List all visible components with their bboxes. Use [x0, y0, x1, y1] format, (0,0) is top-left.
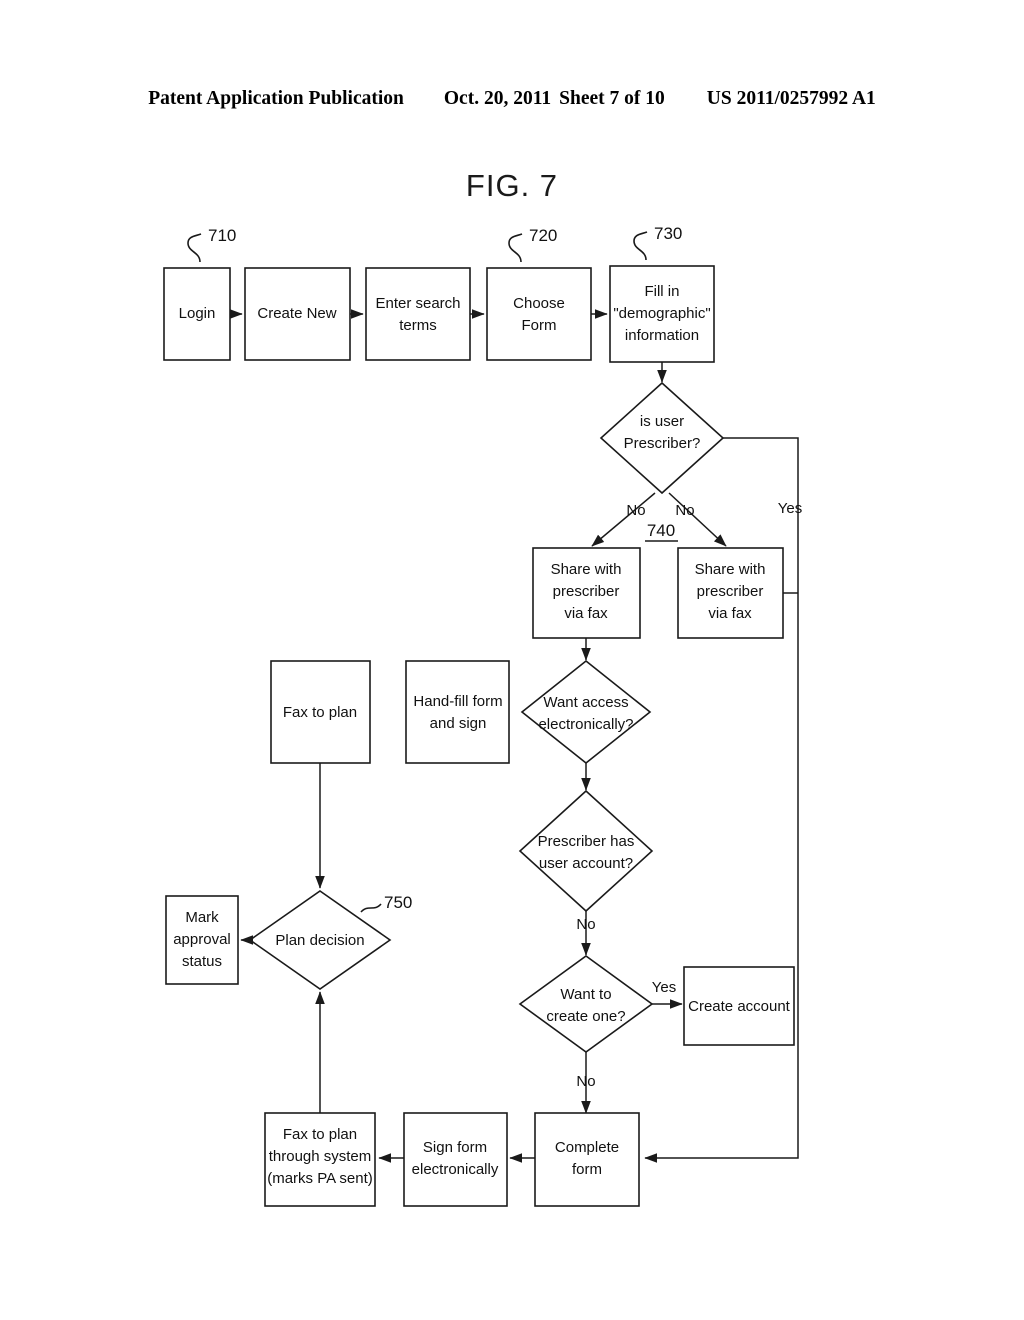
- node-login-label: Login: [179, 305, 216, 322]
- node-is-user-prescriber-line2: Prescriber?: [624, 435, 701, 452]
- node-prescriber-account-line1: Prescriber has: [538, 833, 635, 850]
- node-want-create-one-line1: Want to: [560, 986, 611, 1003]
- node-choose-form-line2: Form: [522, 317, 557, 334]
- node-share-fax-right-line2: prescriber: [697, 583, 764, 600]
- node-share-with-prescriber-via-fax-right: Share with prescriber via fax: [677, 547, 784, 639]
- node-fax-through-system-line1: Fax to plan: [283, 1126, 357, 1143]
- node-complete-form-line1: Complete: [555, 1139, 619, 1156]
- edge-prescriber-no-left: [591, 492, 656, 547]
- node-login: Login: [163, 267, 231, 361]
- node-create-new-label: Create New: [257, 305, 336, 322]
- node-mark-approval-line1: Mark: [185, 909, 219, 926]
- node-mark-approval-line3: status: [182, 953, 222, 970]
- ref-730-label: 730: [654, 224, 682, 243]
- node-enter-search-terms-line2: terms: [399, 317, 437, 334]
- ref-710-label: 710: [208, 226, 236, 245]
- node-choose-form: Choose Form: [486, 267, 592, 361]
- node-fax-through-system-line3: (marks PA sent): [267, 1170, 373, 1187]
- edge-label-prescriber-no-right: No: [675, 502, 694, 519]
- edge-prescriber-yes-rail: [644, 437, 799, 1163]
- node-fill-demographic-line3: information: [625, 327, 699, 344]
- node-prescriber-has-user-account: Prescriber has user account?: [518, 789, 654, 913]
- node-share-fax-right-line1: Share with: [695, 561, 766, 578]
- ref-750: 750: [360, 893, 412, 913]
- node-share-fax-left-line1: Share with: [551, 561, 622, 578]
- node-plan-decision-label: Plan decision: [275, 932, 364, 949]
- node-want-access-line1: Want access: [543, 694, 628, 711]
- node-fill-demographic-line2: "demographic": [613, 305, 710, 322]
- node-sign-electronically-line1: Sign form: [423, 1139, 487, 1156]
- node-enter-search-terms: Enter search terms: [365, 267, 471, 361]
- node-hand-fill-line1: Hand-fill form: [413, 693, 502, 710]
- node-mark-approval-status: Mark approval status: [165, 895, 239, 985]
- node-hand-fill-form-and-sign: Hand-fill form and sign: [405, 660, 510, 764]
- ref-710: 710: [187, 226, 236, 263]
- edge-prescriber-no-right: [668, 492, 727, 547]
- node-want-create-one-line2: create one?: [546, 1008, 625, 1025]
- node-fill-demographic-line1: Fill in: [644, 283, 679, 300]
- edge-label-create-one-no: No: [576, 1073, 595, 1090]
- node-share-fax-right-line3: via fax: [708, 605, 752, 622]
- node-fax-to-plan-through-system: Fax to plan through system (marks PA sen…: [264, 1112, 376, 1207]
- node-mark-approval-line2: approval: [173, 931, 231, 948]
- node-fax-to-plan-label: Fax to plan: [283, 704, 357, 721]
- patent-page: Patent Application Publication Oct. 20, …: [0, 0, 1024, 1320]
- ref-730: 730: [633, 224, 682, 261]
- node-choose-form-line1: Choose: [513, 295, 565, 312]
- node-plan-decision: Plan decision: [248, 890, 392, 990]
- node-hand-fill-line2: and sign: [430, 715, 487, 732]
- node-is-user-prescriber: is user Prescriber?: [599, 381, 725, 495]
- edge-label-account-no: No: [576, 916, 595, 933]
- edge-label-prescriber-yes: Yes: [778, 500, 802, 517]
- flowchart-diagram: Login Create New Enter search terms Choo…: [163, 224, 802, 1207]
- node-enter-search-terms-line1: Enter search: [375, 295, 460, 312]
- node-share-with-prescriber-via-fax-left: Share with prescriber via fax: [532, 547, 641, 639]
- node-sign-electronically-line2: electronically: [412, 1161, 499, 1178]
- ref-720: 720: [508, 226, 557, 263]
- node-fax-through-system-line2: through system: [269, 1148, 372, 1165]
- node-share-fax-left-line3: via fax: [564, 605, 608, 622]
- ref-720-label: 720: [529, 226, 557, 245]
- ref-750-label: 750: [384, 893, 412, 912]
- node-create-new: Create New: [244, 267, 351, 361]
- node-sign-form-electronically: Sign form electronically: [403, 1112, 508, 1207]
- node-prescriber-account-line2: user account?: [539, 855, 633, 872]
- node-fill-demographic-information: Fill in "demographic" information: [609, 265, 715, 363]
- node-want-access-line2: electronically?: [538, 716, 633, 733]
- node-complete-form-line2: form: [572, 1161, 602, 1178]
- node-want-to-create-one: Want to create one?: [518, 955, 654, 1053]
- node-create-account-label: Create account: [688, 998, 791, 1015]
- edge-label-create-one-yes: Yes: [652, 979, 676, 996]
- ref-740: 740: [645, 521, 678, 542]
- node-share-fax-left-line2: prescriber: [553, 583, 620, 600]
- node-is-user-prescriber-line1: is user: [640, 413, 684, 430]
- node-create-account: Create account: [683, 966, 795, 1046]
- node-want-access-electronically: Want access electronically?: [520, 659, 652, 765]
- edge-label-prescriber-no-left: No: [626, 502, 645, 519]
- node-complete-form: Complete form: [534, 1112, 640, 1207]
- ref-740-label: 740: [647, 521, 675, 540]
- node-fax-to-plan: Fax to plan: [270, 660, 371, 764]
